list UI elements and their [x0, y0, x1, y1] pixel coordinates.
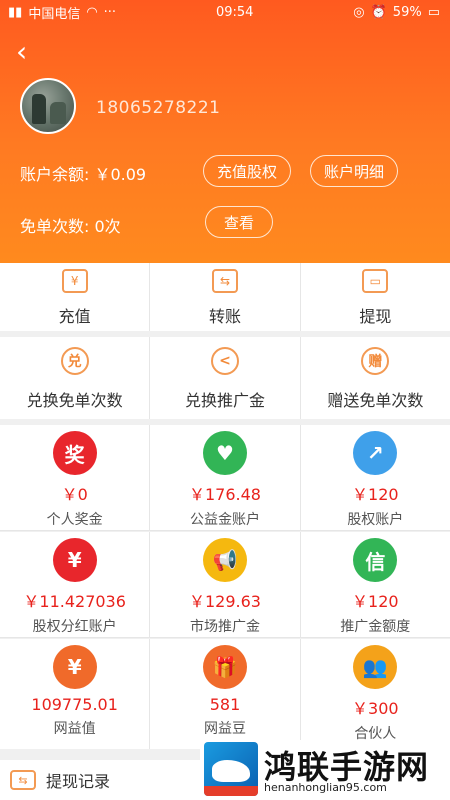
- withdraw-records-label: 提现记录: [46, 772, 111, 791]
- account-amount: ￥176.48: [188, 485, 261, 504]
- avatar[interactable]: [20, 78, 76, 134]
- avatar-rock-2: [50, 102, 66, 124]
- chart-up-icon: ↗: [353, 431, 398, 475]
- action-withdraw[interactable]: ▭ 提现: [301, 263, 450, 331]
- partner-icon: 👥: [353, 645, 398, 689]
- alarm-icon: ⏰: [370, 4, 387, 20]
- heart-hand-icon: ♥: [202, 431, 247, 475]
- account-amount: ￥129.63: [188, 592, 261, 611]
- exchange-icon: 兑: [60, 347, 89, 375]
- watermark-bull-shape: [212, 760, 250, 782]
- account-personal-bonus[interactable]: 奖 ￥0 个人奖金: [0, 425, 151, 530]
- free-count-label: 免单次数: 0次: [20, 217, 121, 236]
- credit-icon: 信: [353, 538, 398, 582]
- watermark-stripe: [204, 786, 258, 796]
- account-net-value[interactable]: ¥ 109775.01 网益值: [0, 639, 151, 749]
- records-icon: ⇆: [10, 770, 36, 790]
- account-header: ▮▮ 中国电信 ◠ ··· 09:54 ◎ ⏰ 59% ▭ ‹ 18065278…: [0, 0, 450, 263]
- avatar-rock: [32, 94, 46, 124]
- battery-percent: 59%: [392, 4, 422, 20]
- action-label: 转账: [208, 307, 241, 326]
- action-recharge[interactable]: ¥ 充值: [0, 263, 151, 331]
- action-transfer[interactable]: ⇆ 转账: [150, 263, 301, 331]
- account-market-promo[interactable]: 📢 ￥129.63 市场推广金: [150, 532, 301, 637]
- megaphone-icon: 📢: [202, 538, 247, 582]
- action-label: 赠送免单次数: [327, 391, 424, 410]
- action-gift-free[interactable]: 赠 赠送免单次数: [301, 337, 450, 419]
- account-amount: ￥300: [352, 699, 399, 718]
- carrier-text: 中国电信: [28, 6, 81, 22]
- action-exchange-free[interactable]: 兑 兑换免单次数: [0, 337, 151, 419]
- award-icon: 奖: [52, 431, 97, 475]
- quick-actions-row-2: 兑 兑换免单次数 < 兑换推广金 赠 赠送免单次数: [0, 337, 450, 419]
- account-charity[interactable]: ♥ ￥176.48 公益金账户: [150, 425, 301, 530]
- gift-icon: 🎁: [202, 645, 247, 689]
- gift-text-icon: 赠: [361, 347, 390, 375]
- phone-number: 18065278221: [96, 98, 221, 118]
- account-equity[interactable]: ↗ ￥120 股权账户: [301, 425, 450, 530]
- account-amount: ￥0: [61, 485, 88, 504]
- transfer-icon: ⇆: [211, 269, 238, 293]
- watermark-url: henanhonglian95.com: [264, 781, 387, 794]
- yuan-wallet-icon: ¥: [61, 269, 88, 293]
- headset-icon: ◎: [353, 4, 365, 20]
- quick-actions-row-1: ¥ 充值 ⇆ 转账 ▭ 提现: [0, 263, 450, 331]
- account-partner[interactable]: 👥 ￥300 合伙人: [301, 639, 450, 749]
- account-detail-button[interactable]: 账户明细: [310, 155, 398, 187]
- recharge-equity-button[interactable]: 充值股权: [203, 155, 291, 187]
- account-equity-dividend[interactable]: ¥ ￥11.427036 股权分红账户: [0, 532, 151, 637]
- balance-label: 账户余额: ￥0.09: [20, 165, 147, 184]
- account-amount: 581: [209, 695, 241, 714]
- back-button[interactable]: ‹: [16, 38, 27, 66]
- action-label: 兑换推广金: [184, 391, 265, 410]
- view-button[interactable]: 查看: [205, 206, 273, 238]
- clock: 09:54: [215, 4, 254, 20]
- account-label: 股权账户: [347, 512, 404, 528]
- wallet-icon: ▭: [362, 269, 389, 293]
- coins-icon: ¥: [52, 645, 97, 689]
- accounts-row-2: ¥ ￥11.427036 股权分红账户 📢 ￥129.63 市场推广金 信 ￥1…: [0, 532, 450, 638]
- more-icon: ···: [103, 4, 117, 20]
- account-label: 股权分红账户: [32, 619, 117, 635]
- action-label: 兑换免单次数: [26, 391, 123, 410]
- watermark-logo-icon: [204, 742, 258, 796]
- action-label: 提现: [359, 307, 392, 326]
- account-label: 市场推广金: [189, 619, 260, 635]
- action-label: 充值: [58, 307, 91, 326]
- action-exchange-promo[interactable]: < 兑换推广金: [150, 337, 301, 419]
- signal-icon: ▮▮: [8, 4, 23, 20]
- wifi-icon: ◠: [86, 4, 98, 20]
- account-label: 推广金额度: [340, 619, 411, 635]
- account-label: 网益豆: [203, 721, 246, 737]
- battery-icon: ▭: [427, 4, 440, 20]
- account-label: 公益金账户: [189, 512, 260, 528]
- coin-icon: ¥: [52, 538, 97, 582]
- accounts-row-1: 奖 ￥0 个人奖金 ♥ ￥176.48 公益金账户 ↗ ￥120 股权账户: [0, 425, 450, 531]
- account-label: 个人奖金: [46, 512, 103, 528]
- account-promo-quota[interactable]: 信 ￥120 推广金额度: [301, 532, 450, 637]
- account-amount: ￥120: [352, 592, 399, 611]
- account-amount: ￥11.427036: [23, 592, 126, 611]
- account-net-beans[interactable]: 🎁 581 网益豆: [150, 639, 301, 749]
- account-amount: 109775.01: [31, 695, 118, 714]
- status-bar: ▮▮ 中国电信 ◠ ··· 09:54 ◎ ⏰ 59% ▭: [0, 0, 450, 24]
- account-label: 网益值: [53, 721, 96, 737]
- accounts-row-3: ¥ 109775.01 网益值 🎁 581 网益豆 👥 ￥300 合伙人: [0, 639, 450, 749]
- share-icon: <: [210, 347, 239, 375]
- account-amount: ￥120: [352, 485, 399, 504]
- site-watermark: 鸿联手游网 henanhonglian95.com: [200, 740, 450, 800]
